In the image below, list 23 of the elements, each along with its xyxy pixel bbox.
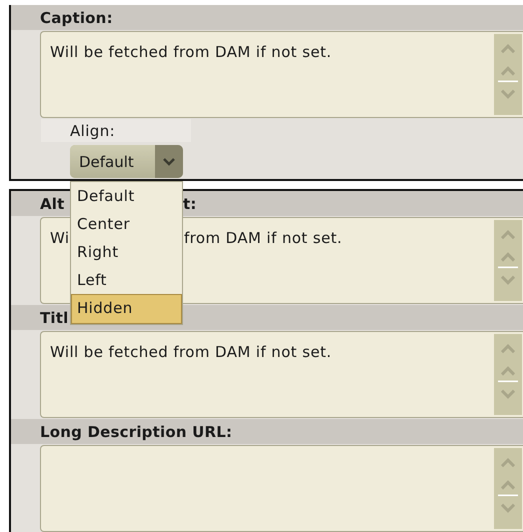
align-dropdown[interactable]: Default <box>70 145 183 178</box>
text-area[interactable]: Will be fetched from DAM if not set. <box>40 31 523 118</box>
field-label: t: <box>183 194 197 212</box>
scrollbar[interactable] <box>494 448 522 529</box>
field-value: Will be fetched from DAM if not set. <box>50 43 332 61</box>
text-area[interactable]: Will be fetched from DAM if not set. <box>40 331 523 418</box>
scrollbar[interactable] <box>494 34 522 115</box>
field-label: Long Description URL: <box>40 422 232 440</box>
dropdown-option[interactable]: Left <box>71 266 182 294</box>
dropdown-option[interactable]: Default <box>71 182 182 210</box>
dropdown-option[interactable]: Right <box>71 238 182 266</box>
field-label: Alt <box>40 194 65 212</box>
field-label: Titl <box>40 308 68 326</box>
dropdown-option[interactable]: Hidden <box>71 294 182 324</box>
chevron-down-icon <box>163 158 175 166</box>
field-value: Wi <box>50 229 70 247</box>
field-label: Caption: <box>40 8 113 26</box>
field-value: from DAM if not set. <box>184 229 342 247</box>
align-label: Align: <box>70 122 116 140</box>
text-area[interactable] <box>40 445 523 532</box>
scrollbar[interactable] <box>494 220 522 301</box>
field-value: Will be fetched from DAM if not set. <box>50 343 332 361</box>
scrollbar[interactable] <box>494 334 522 415</box>
